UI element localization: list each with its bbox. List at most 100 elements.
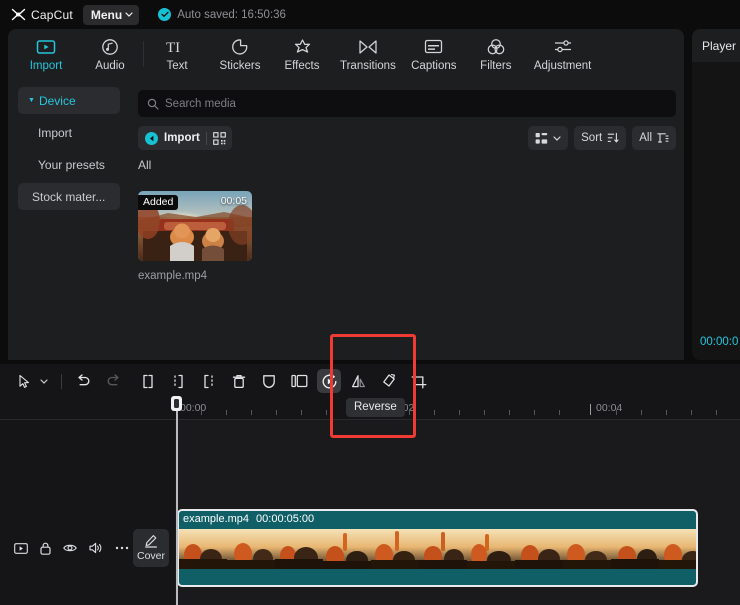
tab-audio-label: Audio (95, 59, 125, 72)
adjustment-sliders-icon (553, 37, 573, 57)
media-item-name: example.mp4 (138, 270, 208, 282)
redo-icon (107, 373, 119, 385)
eye-icon[interactable] (63, 543, 77, 553)
chevron-down-icon (40, 378, 48, 384)
search-input[interactable]: Search media (138, 90, 676, 117)
media-thumbnail[interactable]: Added 00:05 (138, 191, 252, 261)
tab-stickers[interactable]: Stickers (209, 29, 271, 79)
chevron-down-icon (553, 135, 561, 141)
import-media-icon (36, 37, 56, 57)
media-item-card[interactable]: Added 00:05 example.mp4 (138, 191, 252, 282)
cover-button[interactable]: Cover (133, 529, 169, 567)
media-duration-badge: 00:05 (220, 195, 247, 207)
reverse-button[interactable] (317, 369, 341, 393)
grid-view-toggle[interactable] (528, 126, 569, 150)
qr-scan-icon[interactable] (212, 131, 226, 145)
tab-captions[interactable]: Captions (403, 29, 465, 79)
tab-filters-label: Filters (480, 59, 512, 72)
toolbar-divider (61, 373, 62, 389)
sidebar-item-stock-materials[interactable]: Stock mater... (18, 183, 120, 210)
app-logo: CapCut (11, 8, 73, 22)
redo-button[interactable] (101, 369, 125, 393)
rotate-button[interactable] (377, 369, 401, 393)
rotate-diamond-icon (383, 374, 396, 387)
timeline-toolbar (0, 364, 740, 398)
tab-player[interactable]: Player (702, 39, 736, 53)
split-icon (143, 374, 153, 388)
sidebar-item-device[interactable]: ▼ Device (18, 87, 120, 114)
select-tool-dropdown[interactable] (36, 370, 52, 392)
tab-adjustment[interactable]: Adjustment (527, 29, 599, 79)
ruler-label-0: 00:00 (180, 402, 207, 414)
effects-star-icon (293, 37, 312, 57)
split-screen-button[interactable] (287, 369, 311, 393)
tab-adjustment-label: Adjustment (533, 59, 592, 72)
more-options-icon[interactable] (115, 546, 129, 550)
title-bar: CapCut Menu Auto saved: 16:50:36 (0, 0, 740, 29)
menu-button[interactable]: Menu (82, 4, 140, 25)
mirror-button[interactable] (347, 369, 371, 393)
tab-import-label: Import (29, 59, 63, 72)
menu-button-label: Menu (90, 7, 123, 22)
tab-audio[interactable]: Audio (78, 29, 142, 79)
trim-left-button[interactable] (167, 369, 191, 393)
media-toolbar: Import Sort All (138, 126, 676, 150)
speaker-icon[interactable] (89, 542, 103, 554)
filmstrip-frame (227, 529, 275, 569)
video-track-icon[interactable] (14, 542, 28, 554)
tab-effects[interactable]: Effects (271, 29, 333, 79)
track-control-icons (0, 542, 129, 555)
select-tool-button[interactable] (12, 369, 36, 393)
media-added-badge: Added (138, 195, 179, 210)
freeze-button[interactable] (257, 369, 281, 393)
timeline-canvas[interactable]: example.mp4 00:00:05:00 (175, 420, 740, 605)
delete-button[interactable] (227, 369, 251, 393)
nav-divider (143, 41, 144, 67)
filter-button[interactable]: All (632, 126, 676, 150)
undo-button[interactable] (71, 369, 95, 393)
audio-note-icon (101, 37, 119, 57)
media-section-heading: All (138, 158, 152, 172)
tab-import[interactable]: Import (14, 29, 78, 79)
tab-transitions-label: Transitions (340, 59, 396, 72)
filmstrip-frame (323, 529, 371, 569)
split-button[interactable] (137, 369, 161, 393)
check-circle-icon (158, 8, 172, 21)
trim-right-button[interactable] (197, 369, 221, 393)
pencil-edit-icon (145, 535, 157, 548)
filter-button-label: All (639, 132, 652, 144)
tab-filters[interactable]: Filters (465, 29, 527, 79)
ruler-label-2: 00:04 (596, 402, 623, 414)
timeline-panel: 00:00 00:02 00:04 (0, 398, 740, 605)
sidebar-item-import[interactable]: Import (18, 119, 120, 146)
import-button[interactable]: Import (138, 126, 232, 150)
search-icon (147, 98, 159, 110)
lock-icon[interactable] (40, 542, 51, 555)
tab-transitions[interactable]: Transitions (333, 29, 403, 79)
app-name: CapCut (31, 7, 73, 22)
playhead-line (176, 404, 178, 605)
playhead-handle[interactable] (171, 396, 182, 411)
timeline-clip[interactable]: example.mp4 00:00:05:00 (177, 509, 698, 587)
undo-icon (77, 373, 89, 385)
reverse-tooltip: Reverse (346, 398, 405, 417)
video-track-header: Cover (0, 509, 175, 587)
crop-button[interactable] (407, 369, 431, 393)
sort-desc-icon (608, 132, 619, 143)
clip-filmstrip (179, 529, 696, 569)
timeline-track-headers: Cover (0, 420, 175, 605)
tab-effects-label: Effects (284, 59, 320, 72)
tab-text[interactable]: TI Text (145, 29, 209, 79)
sidebar-item-device-label: Device (38, 93, 76, 108)
sort-button[interactable]: Sort (574, 126, 627, 150)
filmstrip-frame (515, 529, 563, 569)
captions-icon (424, 37, 443, 57)
clip-name: example.mp4 (183, 513, 250, 525)
shield-icon (263, 374, 275, 388)
player-timecode: 00:00:0 (700, 336, 739, 348)
filmstrip-frame (563, 529, 611, 569)
filmstrip-frame (467, 529, 515, 569)
filmstrip-frame (275, 529, 323, 569)
sidebar-item-your-presets[interactable]: Your presets (18, 151, 120, 178)
media-view-options: Sort All (528, 126, 676, 150)
